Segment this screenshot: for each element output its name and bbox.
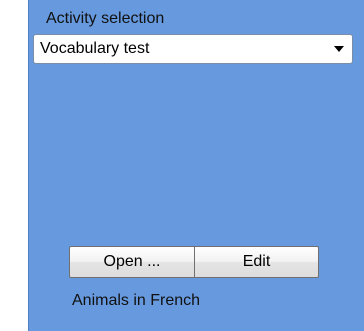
current-activity-name: Animals in French: [72, 292, 201, 309]
edit-button[interactable]: Edit: [194, 246, 319, 278]
activity-selection-label: Activity selection: [46, 10, 165, 27]
open-button[interactable]: Open ...: [69, 246, 195, 278]
chevron-down-icon[interactable]: [334, 46, 344, 52]
activity-select-dropdown[interactable]: Vocabulary test: [33, 34, 353, 64]
activity-select-value: Vocabulary test: [40, 40, 150, 57]
